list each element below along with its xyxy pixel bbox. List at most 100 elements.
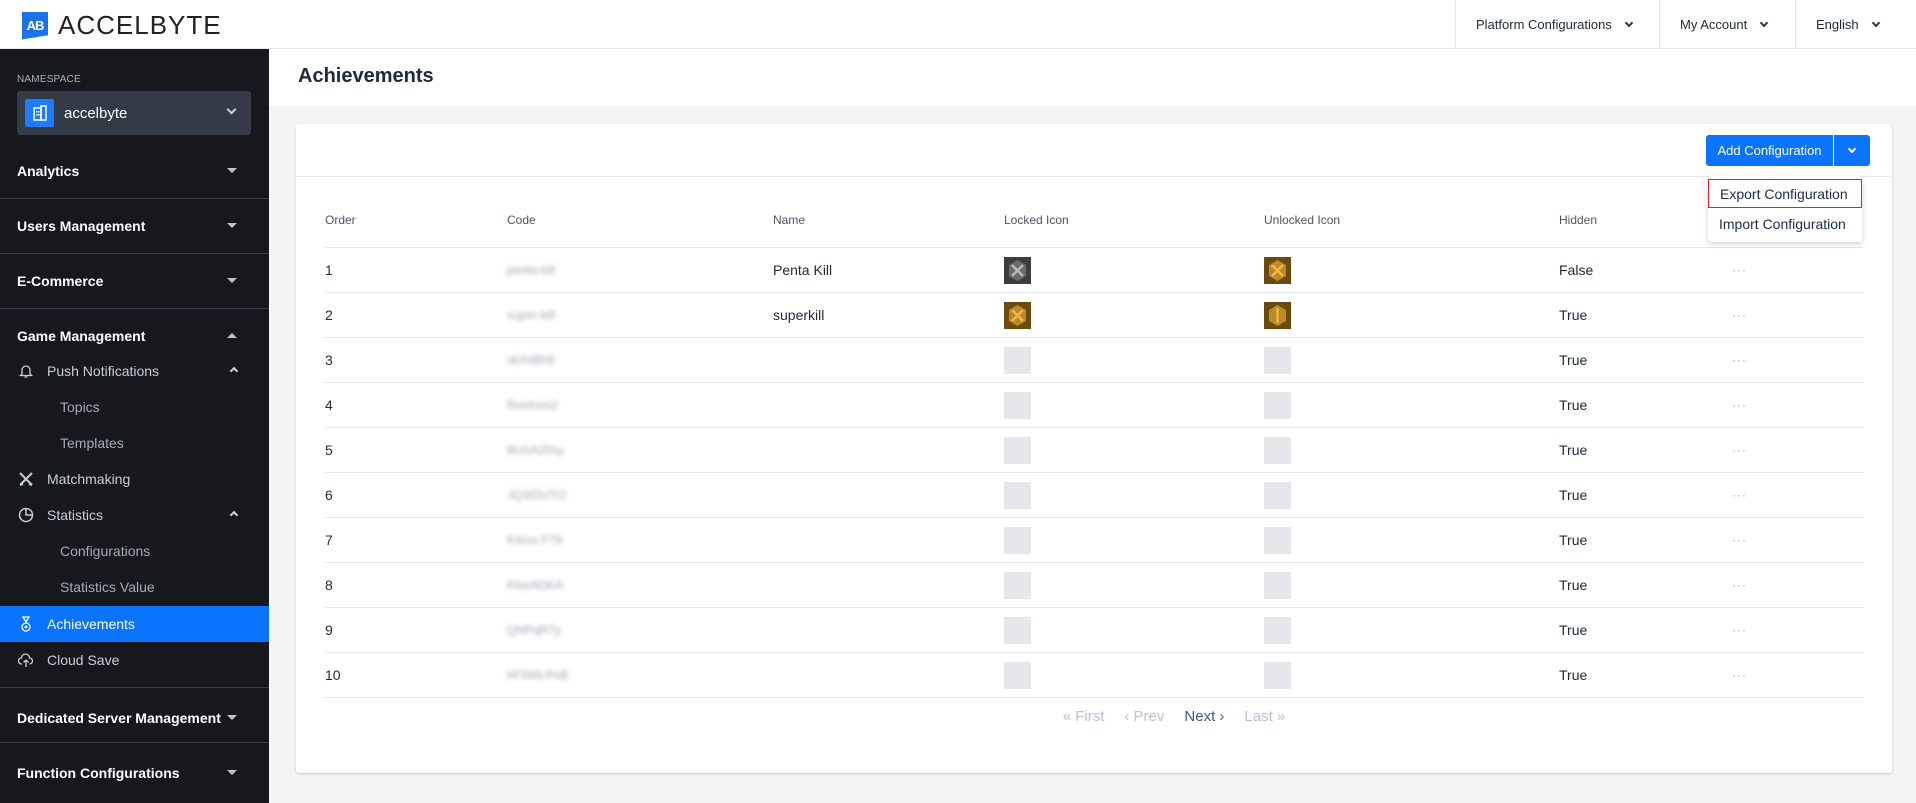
row-actions-more-icon[interactable]: ··· (1732, 608, 1747, 652)
sidebar-item-templates[interactable]: Templates (0, 425, 269, 461)
row-actions-more-icon[interactable]: ··· (1732, 563, 1747, 607)
table-row[interactable]: 9 QNPqR7y True ··· (325, 608, 1863, 653)
row-actions-more-icon[interactable]: ··· (1732, 293, 1747, 337)
row-actions-more-icon[interactable]: ··· (1732, 518, 1747, 562)
cell-locked-icon (1004, 563, 1031, 607)
cell-unlocked-icon (1264, 338, 1291, 382)
divider (0, 742, 269, 743)
row-actions-more-icon[interactable]: ··· (1732, 248, 1747, 292)
sidebar-item-achievements[interactable]: Achievements (0, 606, 269, 642)
language-label: English (1816, 17, 1859, 32)
sidebar-item-configurations[interactable]: Configurations (0, 533, 269, 569)
cell-unlocked-icon (1264, 248, 1291, 292)
sidebar-section-analytics[interactable]: Analytics (0, 143, 269, 198)
sidebar-item-matchmaking[interactable]: Matchmaking (0, 461, 269, 497)
language-menu[interactable]: English (1795, 0, 1916, 49)
section-label: Users Management (17, 217, 146, 234)
sidebar: NAMESPACE accelbyte Analytics Users Mana… (0, 49, 269, 803)
cell-order: 5 (325, 442, 333, 458)
cell-order: 1 (325, 262, 333, 278)
item-label: Cloud Save (47, 652, 120, 668)
accelbyte-logo[interactable]: AB ACCELBYTE (22, 10, 222, 41)
sidebar-item-statistics-value[interactable]: Statistics Value (0, 569, 269, 605)
pagination-prev[interactable]: ‹ Prev (1124, 708, 1164, 725)
export-configuration-item[interactable]: Export Configuration (1708, 179, 1862, 208)
cell-unlocked-icon (1264, 473, 1291, 517)
cell-hidden: True (1559, 352, 1588, 368)
add-configuration-button[interactable]: Add Configuration (1706, 135, 1833, 166)
table-row[interactable]: 1 penta-kill Penta Kill False ··· (325, 248, 1863, 293)
cell-locked-icon (1004, 293, 1031, 337)
chevron-up-icon (229, 510, 239, 520)
row-actions-more-icon[interactable]: ··· (1732, 653, 1747, 697)
image-placeholder-icon (1004, 346, 1031, 374)
table-row[interactable]: 3 skX4BhE True ··· (325, 338, 1863, 383)
column-header-hidden[interactable]: Hidden (1559, 213, 1597, 227)
column-header-code[interactable]: Code (507, 213, 536, 227)
sidebar-item-push-notifications[interactable]: Push Notifications (0, 353, 269, 389)
pagination-first[interactable]: « First (1063, 708, 1105, 725)
import-configuration-item[interactable]: Import Configuration (1708, 209, 1862, 238)
image-placeholder-icon (1264, 436, 1291, 464)
section-label: Function Configurations (17, 764, 180, 781)
cell-name: Penta Kill (773, 262, 833, 278)
achievements-table: Order Code Name Locked Icon Unlocked Ico… (325, 191, 1863, 698)
add-configuration-dropdown-toggle[interactable] (1834, 135, 1870, 166)
cell-locked-icon (1004, 608, 1031, 652)
table-row[interactable]: 4 Reefsos2 True ··· (325, 383, 1863, 428)
cell-order: 3 (325, 352, 333, 368)
table-row[interactable]: 7 K4mo F79 True ··· (325, 518, 1863, 563)
sidebar-item-cloud-save[interactable]: Cloud Save (0, 642, 269, 678)
table-row[interactable]: 5 BcGA20sy True ··· (325, 428, 1863, 473)
column-header-unlocked-icon[interactable]: Unlocked Icon (1264, 213, 1340, 227)
caret-down-icon (227, 715, 237, 720)
pagination-last[interactable]: Last » (1244, 708, 1285, 725)
cell-code: K4mo F79 (507, 533, 563, 547)
cell-code: QNPqR7y (507, 623, 562, 637)
cell-name: superkill (773, 307, 825, 323)
cell-locked-icon (1004, 248, 1031, 292)
cell-unlocked-icon (1264, 428, 1291, 472)
image-placeholder-icon (1264, 616, 1291, 644)
item-label: Statistics (47, 507, 104, 523)
section-label: Game Management (17, 327, 146, 344)
row-actions-more-icon[interactable]: ··· (1732, 383, 1747, 427)
table-row[interactable]: 8 KlseADKA True ··· (325, 563, 1863, 608)
achievement-locked-icon (1004, 301, 1031, 329)
column-header-locked-icon[interactable]: Locked Icon (1004, 213, 1069, 227)
platform-configurations-label: Platform Configurations (1476, 17, 1612, 32)
row-actions-more-icon[interactable]: ··· (1732, 473, 1747, 517)
section-label: Dedicated Server Management (17, 709, 221, 726)
section-label: E-Commerce (17, 272, 104, 289)
sidebar-section-ecommerce[interactable]: E-Commerce (0, 253, 269, 308)
cell-locked-icon (1004, 518, 1031, 562)
column-header-order[interactable]: Order (325, 213, 356, 227)
cell-code: super-kill (507, 308, 556, 322)
sidebar-section-function-configurations[interactable]: Function Configurations (0, 745, 269, 800)
column-header-name[interactable]: Name (773, 213, 805, 227)
row-actions-more-icon[interactable]: ··· (1732, 338, 1747, 382)
pagination-next[interactable]: Next › (1184, 708, 1224, 725)
cell-code: skX4BhE (507, 353, 557, 367)
table-row[interactable]: 6 JQ3IDUTO True ··· (325, 473, 1863, 518)
platform-configurations-menu[interactable]: Platform Configurations (1455, 0, 1659, 49)
namespace-select[interactable]: accelbyte (17, 91, 251, 135)
cell-hidden: True (1559, 577, 1588, 593)
sidebar-item-statistics[interactable]: Statistics (0, 497, 269, 533)
cell-code: JQ3IDUTO (507, 488, 567, 502)
section-label: Analytics (17, 162, 80, 179)
sidebar-section-dedicated-server-management[interactable]: Dedicated Server Management (0, 690, 269, 745)
sidebar-section-users-management[interactable]: Users Management (0, 198, 269, 253)
caret-down-icon (227, 278, 237, 283)
chevron-down-icon (1624, 18, 1634, 27)
chevron-up-icon (229, 366, 239, 376)
image-placeholder-icon (1264, 526, 1291, 554)
sidebar-item-topics[interactable]: Topics (0, 389, 269, 425)
cell-code: BcGA20sy (507, 443, 564, 457)
cell-unlocked-icon (1264, 518, 1291, 562)
achievement-unlocked-icon (1264, 301, 1291, 329)
table-row[interactable]: 10 hFSMLPeB True ··· (325, 653, 1863, 698)
row-actions-more-icon[interactable]: ··· (1732, 428, 1747, 472)
table-row[interactable]: 2 super-kill superkill True ··· (325, 293, 1863, 338)
my-account-menu[interactable]: My Account (1659, 0, 1795, 49)
